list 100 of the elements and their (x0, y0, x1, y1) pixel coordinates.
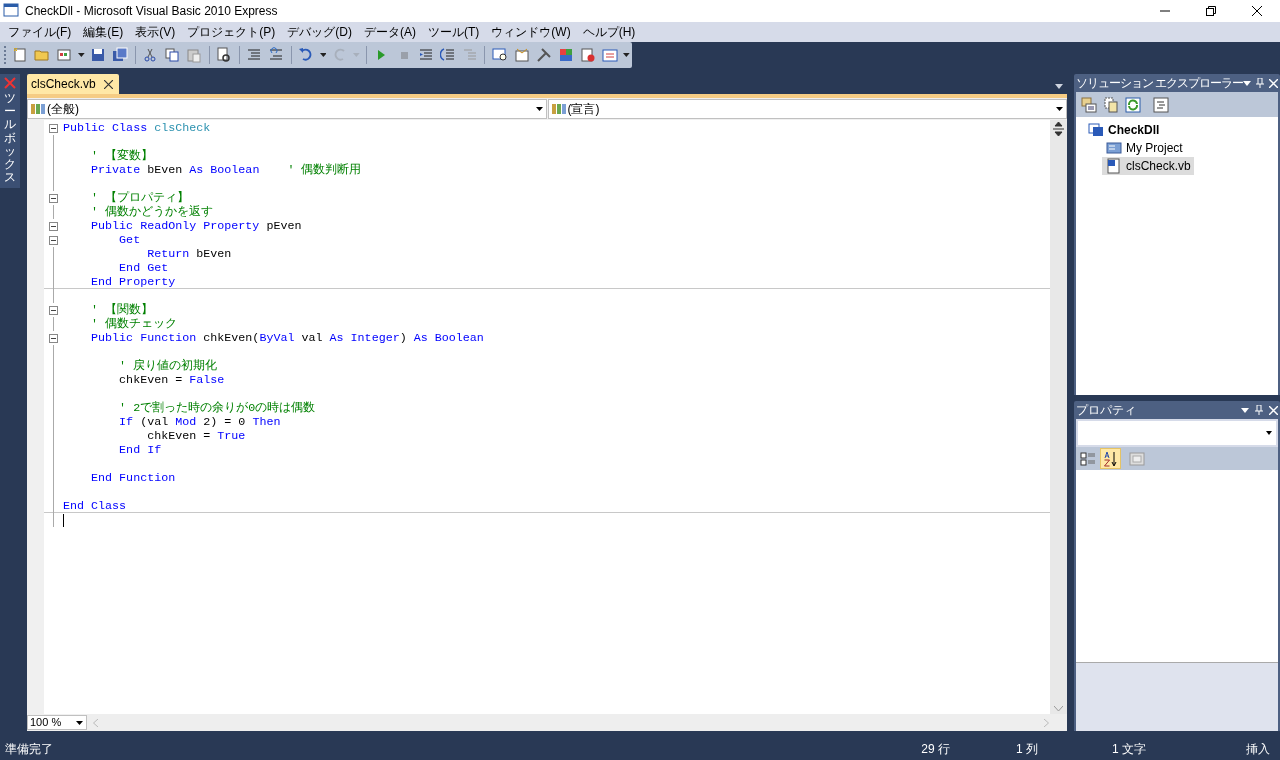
insert-mode: 挿入 (1246, 740, 1270, 758)
menu-item[interactable]: ツール(T) (422, 22, 486, 42)
view-code-icon[interactable] (1153, 96, 1169, 113)
code-line: Private bEven As Boolean ' 偶数判断用 (90, 163, 362, 177)
class-icon (30, 102, 46, 116)
open-folder-icon (34, 47, 51, 63)
code-line: ' 2で割った時の余りが0の時は偶数 (118, 401, 316, 415)
dropdown-arrow-icon[interactable] (1243, 80, 1252, 86)
code-line: Public ReadOnly Property pEven (90, 219, 302, 233)
save-icon (90, 47, 107, 63)
collapse-icon[interactable] (49, 333, 58, 343)
code-line: Public Function chkEven(ByVal val As Integer) As Boolean (90, 331, 484, 345)
code-line: End Property (90, 274, 176, 289)
document-tab[interactable]: clsCheck.vb (27, 74, 119, 94)
code-line: ' 【プロパティ】 (90, 191, 190, 205)
menu-item[interactable]: デバッグ(D) (281, 22, 358, 42)
collapse-icon[interactable] (49, 193, 58, 203)
error-list-icon (579, 47, 596, 63)
line-number: 29 行 (921, 740, 950, 758)
pin-icon[interactable] (1256, 78, 1265, 88)
refresh-icon[interactable] (1125, 96, 1141, 113)
collapse-icon[interactable] (49, 305, 58, 315)
dropdown-arrow-icon (1056, 107, 1063, 111)
properties-icon[interactable] (1081, 96, 1097, 113)
text-cursor (63, 513, 64, 527)
dropdown-arrow-icon[interactable] (1055, 84, 1063, 89)
collapse-icon[interactable] (49, 221, 58, 231)
code-line: ' 偶数チェック (90, 317, 178, 331)
menu-item[interactable]: ファイル(F) (2, 22, 78, 42)
tools-icon (3, 76, 17, 90)
code-line: ' 戻り値の初期化 (118, 359, 218, 373)
tree-item[interactable]: My Project (1102, 139, 1186, 157)
menu-item[interactable]: プロジェクト(P) (181, 22, 282, 42)
toolbox-tab[interactable]: ツールボックス (0, 74, 20, 189)
menu-item[interactable]: ヘルプ(H) (576, 22, 642, 42)
copy-icon (164, 47, 181, 63)
code-line: End Class (63, 498, 127, 513)
collapse-icon[interactable] (49, 235, 58, 245)
code-line: ' 偶数かどうかを返す (90, 205, 214, 219)
toolbox-icon (557, 47, 574, 63)
code-line: ' 【関数】 (90, 303, 154, 317)
output-window-icon (601, 47, 618, 63)
alphabetical-button[interactable] (1100, 448, 1121, 469)
step-into-icon (417, 47, 434, 63)
menu-item[interactable]: データ(A) (358, 22, 422, 42)
paste-icon (186, 47, 203, 63)
caret-icon[interactable] (319, 53, 327, 57)
cut-icon (142, 47, 159, 63)
splitter-icon[interactable] (1053, 122, 1064, 136)
character-number: 1 文字 (1112, 740, 1146, 758)
close-icon[interactable] (103, 79, 113, 89)
collapse-icon[interactable] (49, 123, 58, 133)
overflow-icon[interactable] (623, 53, 630, 57)
code-line: Return bEven (146, 247, 232, 261)
dropdown-arrow-icon (1266, 431, 1272, 435)
new-project-icon (12, 47, 29, 63)
tree-item[interactable]: clsCheck.vb (1102, 157, 1194, 175)
menu-item[interactable]: ウィンドウ(W) (485, 22, 577, 42)
class-icon (550, 102, 567, 116)
app-icon (3, 3, 19, 19)
find-window-icon (491, 47, 508, 63)
column-number: 1 列 (1015, 740, 1038, 758)
add-item-icon (56, 47, 73, 63)
save-all-icon (112, 47, 129, 63)
close-icon (1252, 6, 1262, 16)
window-title: CheckDll - Microsoft Visual Basic 2010 Express (25, 3, 278, 20)
object-dropdown[interactable]: (全般) (27, 99, 547, 119)
folder-icon (1106, 140, 1122, 156)
menu-item[interactable]: 表示(V) (129, 22, 182, 42)
tab-label: clsCheck.vb (31, 76, 96, 93)
dropdown-arrow-icon[interactable] (1241, 407, 1249, 413)
vertical-scrollbar[interactable] (1050, 120, 1067, 714)
properties-window-icon (513, 47, 530, 63)
zoom-dropdown[interactable]: 100 % (27, 715, 87, 730)
code-line: End Function (90, 471, 176, 485)
code-line: End If (118, 443, 162, 457)
code-line: Public Class clsCheck (63, 121, 211, 135)
uncomment-icon (268, 47, 285, 63)
status-message: 準備完了 (5, 740, 53, 758)
caret-icon[interactable] (78, 53, 85, 57)
code-line: ' 【変数】 (90, 149, 154, 163)
code-line: chkEven = True (146, 429, 246, 443)
scroll-down-icon[interactable] (1054, 706, 1063, 712)
pin-icon[interactable] (1255, 405, 1263, 415)
toolbox-label: ツールボックス (4, 92, 16, 185)
panel-title: ソリューション エクスプローラー (1076, 75, 1244, 92)
categorized-icon[interactable] (1080, 450, 1096, 467)
menu-item[interactable]: 編集(E) (77, 22, 130, 42)
find-icon (216, 47, 233, 63)
tree-item[interactable]: CheckDll (1084, 121, 1163, 139)
member-dropdown[interactable]: (宣言) (547, 99, 1067, 119)
code-line: chkEven = False (118, 373, 225, 387)
project-icon (1088, 122, 1104, 138)
code-line: Get (118, 233, 141, 247)
restore-icon (1206, 6, 1216, 16)
sort-az-icon (1102, 450, 1119, 467)
tools-icon (535, 47, 552, 63)
panel-title: プロパティ (1076, 402, 1136, 419)
show-all-files-icon[interactable] (1103, 96, 1119, 113)
code-line: If (val Mod 2) = 0 Then (118, 415, 281, 429)
